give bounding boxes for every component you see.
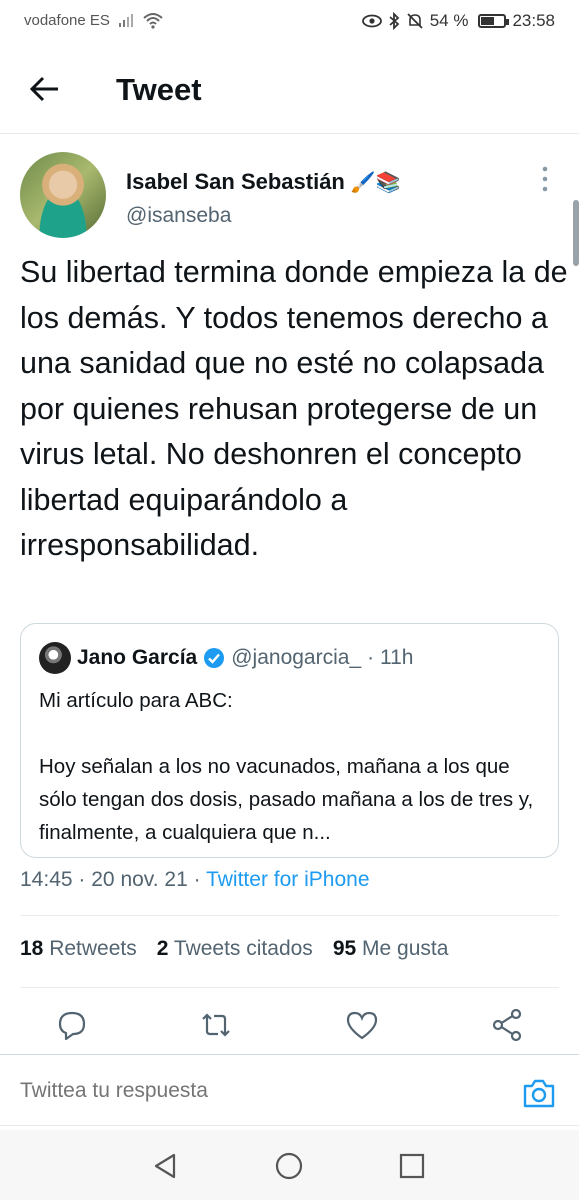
likes-count: 95 (332, 937, 357, 960)
eye-icon (361, 14, 382, 28)
tweet-timestamp: 14:45 · 20 nov. 21 · Twitter for iPhone (20, 868, 370, 892)
nav-back-icon[interactable] (150, 1150, 182, 1182)
author-handle[interactable]: @isanseba (126, 204, 231, 228)
quoted-tweet-body: Hoy señalan a los no vacunados, mañana a… (39, 755, 534, 844)
mute-bell-icon (407, 13, 423, 29)
quote-tweets-stat[interactable]: 2 Tweets citados (157, 937, 313, 961)
wifi-icon (143, 13, 163, 29)
quote-tweets-count: 2 (156, 937, 169, 960)
tweet-author: Isabel San Sebastián 🖌️📚 @isanseba (0, 152, 579, 242)
quote-tweets-label: Tweets citados (173, 937, 313, 960)
quoted-tweet-line1: Mi artículo para ABC: (39, 689, 233, 712)
quoted-tweet-header: Jano García @janogarcia_ · 11h (39, 642, 413, 674)
tweet-text: Su libertad termina donde empieza la de … (20, 255, 568, 562)
tweet-actions (0, 1005, 579, 1049)
system-navigation-bar (0, 1130, 579, 1200)
back-arrow-icon[interactable] (28, 72, 62, 106)
retweets-label: Retweets (49, 937, 137, 960)
author-name-emoji: 🖌️📚 (350, 170, 401, 194)
reply-input[interactable] (20, 1079, 440, 1103)
top-bar: Tweet (0, 44, 579, 134)
quoted-author-avatar (39, 642, 71, 674)
share-icon[interactable] (487, 1005, 527, 1045)
carrier-label: vodafone ES (24, 12, 110, 29)
author-avatar[interactable] (20, 152, 106, 238)
retweets-count: 18 (20, 937, 44, 960)
clock: 23:58 (512, 11, 555, 30)
tweet-source-link[interactable]: Twitter for iPhone (206, 868, 369, 891)
bluetooth-icon (389, 12, 400, 30)
reply-bar (0, 1054, 579, 1126)
quoted-author-handle: @janogarcia_ (231, 646, 362, 669)
likes-stat[interactable]: 95 Me gusta (333, 937, 449, 961)
divider (20, 987, 559, 988)
quoted-tweet-text: Mi artículo para ABC: Hoy señalan a los … (39, 684, 549, 849)
author-name-row[interactable]: Isabel San Sebastián 🖌️📚 (126, 169, 401, 195)
nav-home-icon[interactable] (273, 1150, 305, 1182)
tweet-date: 20 nov. 21 (91, 868, 188, 891)
retweet-icon[interactable] (196, 1005, 236, 1045)
more-options-icon[interactable] (535, 164, 555, 194)
status-bar: vodafone ES 54 % 23:58 (0, 0, 579, 44)
signal-icon (119, 14, 133, 27)
divider (20, 915, 559, 916)
page-title: Tweet (116, 72, 202, 107)
scrollbar[interactable] (573, 200, 579, 266)
nav-recents-icon[interactable] (396, 1150, 428, 1182)
status-right: 54 % 23:58 (361, 11, 555, 31)
battery-percent: 54 % (429, 11, 469, 30)
author-name: Isabel San Sebastián (126, 169, 345, 194)
meta-separator: · (193, 868, 201, 891)
quoted-author-name: Jano García (77, 646, 198, 669)
reply-icon[interactable] (52, 1005, 92, 1045)
tweet-stats: 18 Retweets 2 Tweets citados 95 Me gusta (20, 937, 448, 961)
retweets-stat[interactable]: 18 Retweets (20, 937, 137, 961)
battery-icon (478, 14, 510, 28)
quoted-tweet-card[interactable]: Jano García @janogarcia_ · 11h Mi artícu… (20, 623, 559, 858)
quoted-tweet-time: · 11h (367, 646, 414, 669)
tweet-time: 14:45 (20, 868, 73, 891)
meta-separator: · (78, 868, 86, 891)
like-heart-icon[interactable] (342, 1005, 382, 1045)
likes-label: Me gusta (362, 937, 449, 960)
verified-badge-icon (204, 648, 225, 668)
camera-icon[interactable] (521, 1075, 557, 1111)
